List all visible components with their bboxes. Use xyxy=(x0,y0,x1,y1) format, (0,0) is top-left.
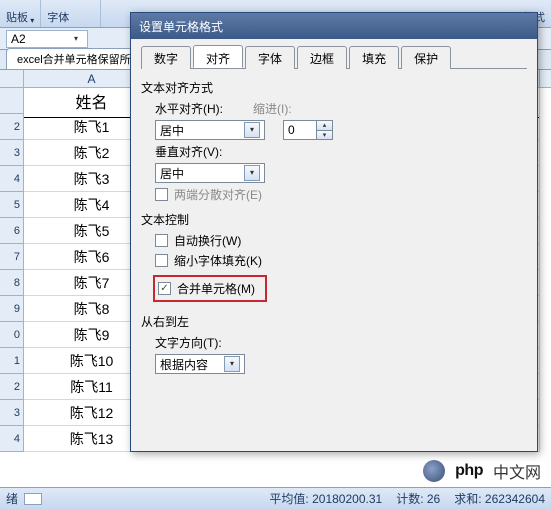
horizontal-align-label: 水平对齐(H): xyxy=(155,100,235,117)
combo-value: 根据内容 xyxy=(160,356,208,373)
horizontal-align-combo[interactable]: 居中 ▾ xyxy=(155,120,265,140)
dialog-tabs: 数字 对齐 字体 边框 填充 保护 xyxy=(141,45,527,69)
tab-alignment[interactable]: 对齐 xyxy=(193,45,243,68)
chevron-down-icon[interactable]: ▾ xyxy=(244,165,260,181)
section-rtl: 从右到左 xyxy=(141,313,527,330)
name-box-value: A2 xyxy=(11,32,26,46)
justify-distributed-checkbox xyxy=(155,188,168,201)
row-header[interactable]: 6 xyxy=(0,218,23,244)
status-bar: 绪 平均值: 20180200.31 计数: 26 求和: 262342604 xyxy=(0,487,551,509)
dialog-title: 设置单元格格式 xyxy=(139,18,223,35)
row-header[interactable]: 3 xyxy=(0,400,23,426)
alignment-panel: 文本对齐方式 水平对齐(H): 缩进(I): 居中 ▾ 0 ▴ xyxy=(141,79,527,374)
row-header[interactable]: 4 xyxy=(0,426,23,452)
chevron-down-icon[interactable]: ▾ xyxy=(224,356,240,372)
status-avg: 平均值: 20180200.31 xyxy=(269,490,382,507)
wrap-text-checkbox[interactable] xyxy=(155,234,168,247)
row-header[interactable]: 1 xyxy=(0,348,23,374)
tab-number[interactable]: 数字 xyxy=(141,46,191,69)
dialog-titlebar[interactable]: 设置单元格格式 xyxy=(131,13,537,39)
text-direction-combo[interactable]: 根据内容 ▾ xyxy=(155,354,245,374)
tab-fill[interactable]: 填充 xyxy=(349,46,399,69)
select-all-corner[interactable] xyxy=(0,70,24,87)
section-text-control: 文本控制 xyxy=(141,211,527,228)
spinner-up-icon[interactable]: ▴ xyxy=(316,121,332,131)
merge-cells-label: 合并单元格(M) xyxy=(177,280,255,297)
row-header[interactable]: 7 xyxy=(0,244,23,270)
row-header[interactable] xyxy=(0,88,23,114)
tab-protection[interactable]: 保护 xyxy=(401,46,451,69)
name-box-dropdown-icon[interactable]: ▾ xyxy=(69,31,83,47)
ribbon-group-label: 字体 xyxy=(47,9,69,25)
section-text-alignment: 文本对齐方式 xyxy=(141,79,527,96)
vertical-align-combo[interactable]: 居中 ▾ xyxy=(155,163,265,183)
watermark: php 中文网 xyxy=(423,459,541,483)
spinner-value: 0 xyxy=(288,123,295,137)
workbook-tab[interactable]: excel合并单元格保留所 xyxy=(6,48,136,69)
row-header[interactable]: 8 xyxy=(0,270,23,296)
justify-distributed-label: 两端分散对齐(E) xyxy=(174,186,262,203)
name-box[interactable]: A2 ▾ xyxy=(6,30,88,48)
indent-spinner[interactable]: 0 ▴ ▾ xyxy=(283,120,333,140)
sheet-selector-icon[interactable] xyxy=(24,493,42,505)
combo-value: 居中 xyxy=(160,122,184,139)
tab-border[interactable]: 边框 xyxy=(297,46,347,69)
combo-value: 居中 xyxy=(160,165,184,182)
tab-font[interactable]: 字体 xyxy=(245,46,295,69)
spinner-down-icon[interactable]: ▾ xyxy=(316,131,332,140)
ribbon-group-font: 字体 xyxy=(41,0,101,27)
shrink-to-fit-checkbox[interactable] xyxy=(155,254,168,267)
shrink-to-fit-label: 缩小字体填充(K) xyxy=(174,252,262,269)
indent-label: 缩进(I): xyxy=(253,100,292,117)
row-header[interactable]: 2 xyxy=(0,374,23,400)
status-count: 计数: 26 xyxy=(396,490,440,507)
merge-cells-checkbox[interactable] xyxy=(158,282,171,295)
row-header[interactable]: 2 xyxy=(0,114,23,140)
dialog-launcher-icon[interactable]: ▾ xyxy=(28,17,34,25)
elephant-icon xyxy=(423,460,445,482)
text-direction-label: 文字方向(T): xyxy=(155,334,235,351)
ribbon-group-clipboard: 贴板 ▾ xyxy=(0,0,41,27)
dialog-body: 数字 对齐 字体 边框 填充 保护 文本对齐方式 水平对齐(H): 缩进(I):… xyxy=(131,39,537,451)
row-header[interactable]: 4 xyxy=(0,166,23,192)
row-headers: 2 3 4 5 6 7 8 9 0 1 2 3 4 xyxy=(0,88,24,452)
workbook-tab-label: excel合并单元格保留所 xyxy=(17,51,131,67)
status-mode: 绪 xyxy=(6,490,18,507)
watermark-brand: php xyxy=(451,461,487,481)
merge-cells-highlight: 合并单元格(M) xyxy=(153,275,267,302)
row-header[interactable]: 0 xyxy=(0,322,23,348)
row-header[interactable]: 3 xyxy=(0,140,23,166)
ribbon-group-label: 贴板 xyxy=(6,9,28,25)
status-sum: 求和: 262342604 xyxy=(454,490,545,507)
row-header[interactable]: 5 xyxy=(0,192,23,218)
vertical-align-label: 垂直对齐(V): xyxy=(155,143,235,160)
chevron-down-icon[interactable]: ▾ xyxy=(244,122,260,138)
watermark-site: 中文网 xyxy=(493,459,541,483)
row-header[interactable]: 9 xyxy=(0,296,23,322)
format-cells-dialog: 设置单元格格式 数字 对齐 字体 边框 填充 保护 文本对齐方式 水平对齐(H)… xyxy=(130,12,538,452)
wrap-text-label: 自动换行(W) xyxy=(174,232,241,249)
